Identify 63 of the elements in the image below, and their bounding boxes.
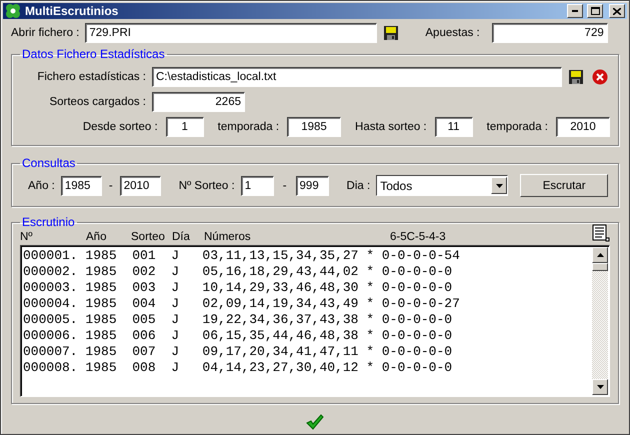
delete-icon[interactable] — [592, 69, 608, 85]
save-icon[interactable] — [383, 25, 400, 41]
column-header: Nº — [20, 231, 34, 243]
clover-icon — [5, 3, 21, 19]
range-dash: - — [108, 180, 113, 192]
scrutinize-button[interactable]: Escrutar — [520, 174, 608, 197]
up-arrow-icon — [596, 253, 604, 257]
draw-number-label: Nº Sorteo : — [178, 180, 235, 192]
range-field[interactable]: 2010 — [556, 117, 610, 137]
maximize-button[interactable] — [587, 4, 603, 18]
result-row[interactable]: 000004. 1985 004 J 02,09,14,19,34,43,49 * 0-0-0-0-27 — [23, 296, 460, 312]
column-header: Sorteo — [131, 231, 166, 243]
group-title: Datos Fichero Estadísticas — [21, 47, 166, 61]
range-label: temporada : — [486, 121, 548, 133]
open-file-field[interactable]: 729.PRI — [85, 23, 378, 43]
year-from-field[interactable]: 1985 — [60, 176, 102, 196]
document-icon[interactable] — [592, 224, 610, 242]
bets-field[interactable]: 729 — [492, 23, 608, 43]
year-to-field[interactable]: 2010 — [120, 176, 161, 196]
result-row[interactable]: 000003. 1985 003 J 10,14,29,33,46,48,30 * 0-0-0-0-0 — [23, 280, 452, 296]
range-label: Desde sorteo : — [82, 121, 158, 133]
result-row[interactable]: 000001. 1985 001 J 03,11,13,15,34,35,27 * 0-0-0-0-54 — [23, 248, 460, 264]
column-header: Números — [204, 231, 252, 243]
day-label: Dia : — [346, 180, 370, 192]
column-header: 6-5C-5-4-3 — [390, 231, 447, 243]
down-arrow-icon — [496, 184, 503, 188]
down-arrow-icon — [596, 385, 604, 389]
scrollbar[interactable] — [592, 247, 608, 395]
save-icon[interactable] — [568, 69, 584, 85]
stats-file-label: Fichero estadísticas : — [36, 71, 146, 83]
window-title: MultiEscrutinios — [25, 4, 120, 18]
results-list[interactable] — [20, 245, 610, 397]
draw-from-field[interactable]: 1 — [240, 176, 274, 196]
loaded-draws-field: 2265 — [152, 92, 245, 112]
minimize-icon — [572, 10, 578, 12]
range-dash: - — [282, 180, 287, 192]
day-dropdown[interactable]: Todos — [376, 175, 508, 196]
result-row[interactable]: 000002. 1985 002 J 05,16,18,29,43,44,02 * 0-0-0-0-0 — [23, 264, 452, 280]
range-label: temporada : — [218, 121, 280, 133]
column-header: Año — [86, 231, 108, 243]
scroll-thumb[interactable] — [592, 263, 608, 271]
group-title: Consultas — [21, 156, 76, 170]
column-header: Día — [172, 231, 191, 243]
stats-file-field[interactable]: C:\estadisticas_local.txt — [152, 67, 562, 87]
maximize-icon — [590, 7, 600, 15]
result-row[interactable]: 000006. 1985 006 J 06,15,35,44,46,48,38 * 0-0-0-0-0 — [23, 328, 452, 344]
range-field[interactable]: 1 — [166, 117, 204, 137]
group-title: Escrutinio — [21, 215, 76, 229]
range-field[interactable]: 11 — [434, 117, 473, 137]
result-row[interactable]: 000007. 1985 007 J 09,17,20,34,41,47,11 * 0-0-0-0-0 — [23, 344, 452, 360]
bets-label: Apuestas : — [425, 27, 480, 39]
result-row[interactable]: 000005. 1985 005 J 19,22,34,36,37,43,38 * 0-0-0-0-0 — [23, 312, 452, 328]
draw-to-field[interactable]: 999 — [296, 176, 329, 196]
range-field[interactable]: 1985 — [287, 117, 342, 137]
open-file-label: Abrir fichero : — [11, 27, 80, 39]
year-label: Año : — [28, 180, 55, 192]
result-row[interactable]: 000008. 1985 008 J 04,14,23,27,30,40,12 * 0-0-0-0-0 — [23, 360, 452, 376]
checkmark-icon[interactable] — [306, 414, 324, 430]
close-button[interactable] — [609, 4, 625, 18]
minimize-button[interactable] — [567, 4, 583, 18]
range-label: Hasta sorteo : — [355, 121, 427, 133]
loaded-draws-label: Sorteos cargados : — [48, 96, 146, 108]
close-icon — [613, 8, 621, 14]
